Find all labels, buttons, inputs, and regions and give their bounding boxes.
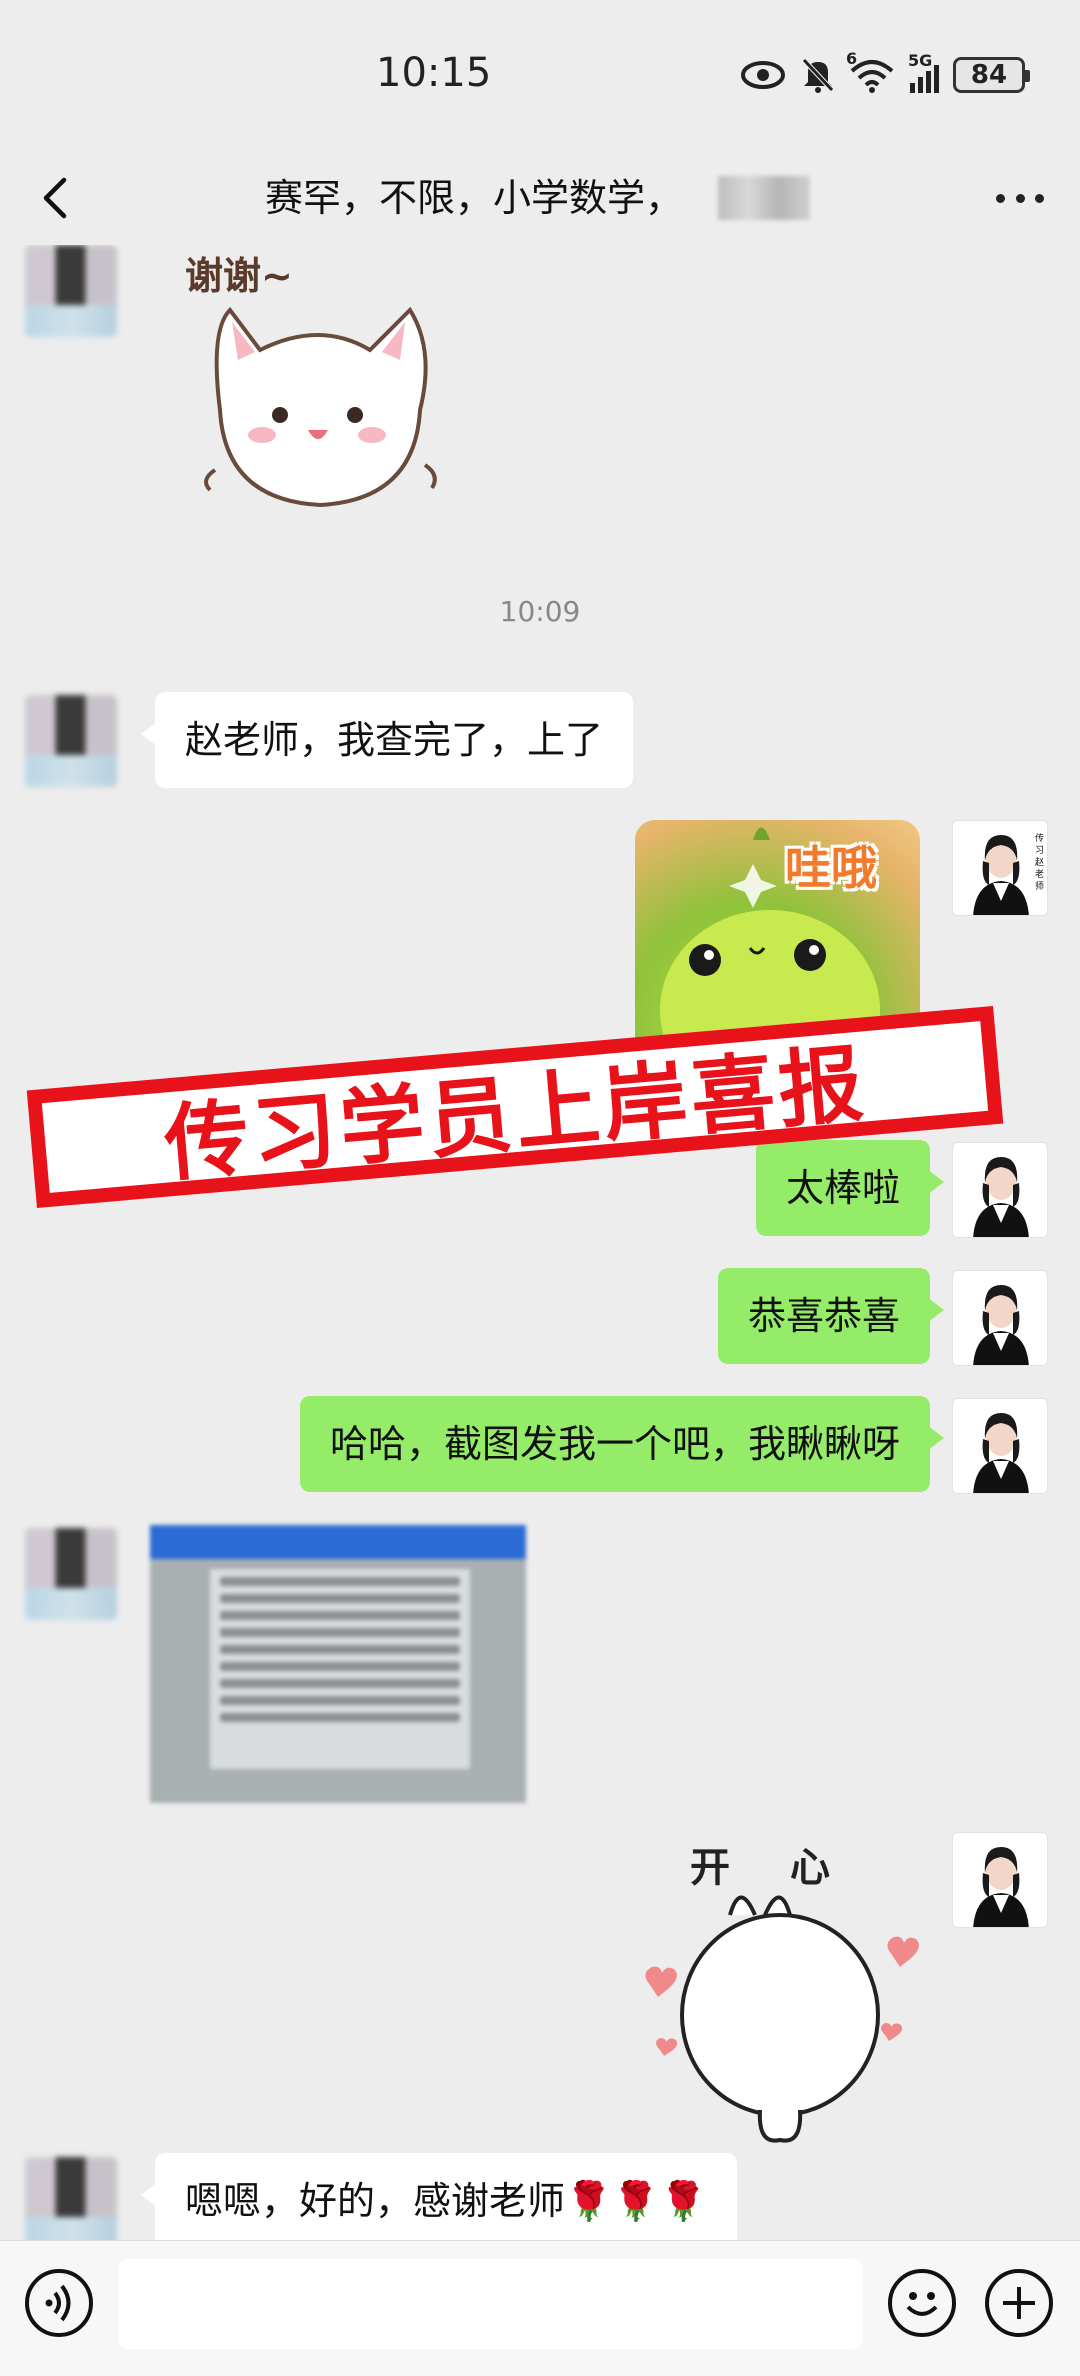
svg-text:师: 师 <box>1035 880 1044 892</box>
contact-avatar[interactable] <box>25 245 117 337</box>
more-dot-icon <box>1035 193 1044 203</box>
cat-sticker[interactable] <box>200 290 440 520</box>
svg-text:习: 习 <box>1035 845 1044 856</box>
svg-text:传: 传 <box>1035 832 1044 844</box>
more-button[interactable] <box>990 170 1050 226</box>
image-message-screenshot[interactable] <box>150 1525 526 1803</box>
contact-avatar[interactable] <box>25 2157 117 2240</box>
voice-button[interactable] <box>25 2269 93 2337</box>
message-timestamp: 10:09 <box>499 595 581 628</box>
plus-button[interactable] <box>985 2269 1053 2337</box>
teacher-portrait-icon <box>953 1143 1047 1237</box>
eye-icon <box>741 61 785 89</box>
teacher-avatar[interactable] <box>952 1270 1048 1366</box>
chat-header: 赛罕，不限，小学数学， <box>0 150 1080 245</box>
message-bubble-received[interactable]: 嗯嗯，好的，感谢老师🌹🌹🌹 <box>141 2153 737 2240</box>
teacher-portrait-icon: 传 习 赵 老 师 <box>953 821 1047 915</box>
message-bubble-sent[interactable]: 太棒啦 <box>755 1140 945 1236</box>
mute-bell-icon <box>802 58 834 93</box>
signal-icon: 5G <box>908 51 939 93</box>
emoji-button[interactable] <box>888 2269 956 2337</box>
status-bar: 10:15 6 5G 84 <box>0 0 1080 150</box>
teacher-portrait-icon <box>953 1399 1047 1493</box>
contact-avatar[interactable] <box>25 695 117 787</box>
happy-sticker[interactable]: 开心 <box>630 1825 930 2155</box>
status-time: 10:15 <box>376 50 492 96</box>
teacher-portrait-icon <box>953 1271 1047 1365</box>
message-bubble-sent[interactable]: 哈哈，截图发我一个吧，我瞅瞅呀 <box>299 1396 945 1492</box>
chat-title: 赛罕，不限，小学数学， <box>265 176 684 220</box>
teacher-avatar[interactable] <box>952 1142 1048 1238</box>
wifi-badge: 6 <box>846 49 858 68</box>
voice-icon <box>45 2284 71 2322</box>
teacher-portrait-icon <box>953 1833 1047 1927</box>
wifi-icon: 6 <box>846 49 894 93</box>
svg-text:赵: 赵 <box>1035 856 1044 868</box>
input-bar <box>0 2240 1080 2376</box>
title-redacted <box>718 176 810 220</box>
battery-indicator: 84 <box>953 57 1030 93</box>
sticker-caption: 哇哦 <box>785 841 877 895</box>
more-dot-icon <box>996 193 1005 203</box>
more-dot-icon <box>1015 193 1025 203</box>
teacher-avatar[interactable] <box>952 1398 1048 1494</box>
contact-avatar[interactable] <box>25 1528 117 1620</box>
teacher-avatar[interactable]: 传 习 赵 老 师 <box>952 820 1048 916</box>
teacher-avatar[interactable] <box>952 1832 1048 1928</box>
smiley-icon <box>906 2292 938 2316</box>
svg-text:老: 老 <box>1035 868 1044 880</box>
message-input[interactable] <box>118 2259 863 2349</box>
chat-area[interactable]: 谢谢~ 10:09 赵老师，我查完了，上了 传 习 赵 老 师 哇哦 太棒啦 恭… <box>0 245 1080 2240</box>
plus-icon <box>1003 2287 1035 2319</box>
status-icons: 6 5G 84 <box>740 49 1030 95</box>
message-bubble-sent[interactable]: 恭喜恭喜 <box>717 1268 945 1364</box>
back-button[interactable] <box>30 170 86 226</box>
message-bubble-received[interactable]: 赵老师，我查完了，上了 <box>140 692 634 788</box>
network-label: 5G <box>908 51 933 70</box>
chevron-left-icon <box>43 177 67 219</box>
